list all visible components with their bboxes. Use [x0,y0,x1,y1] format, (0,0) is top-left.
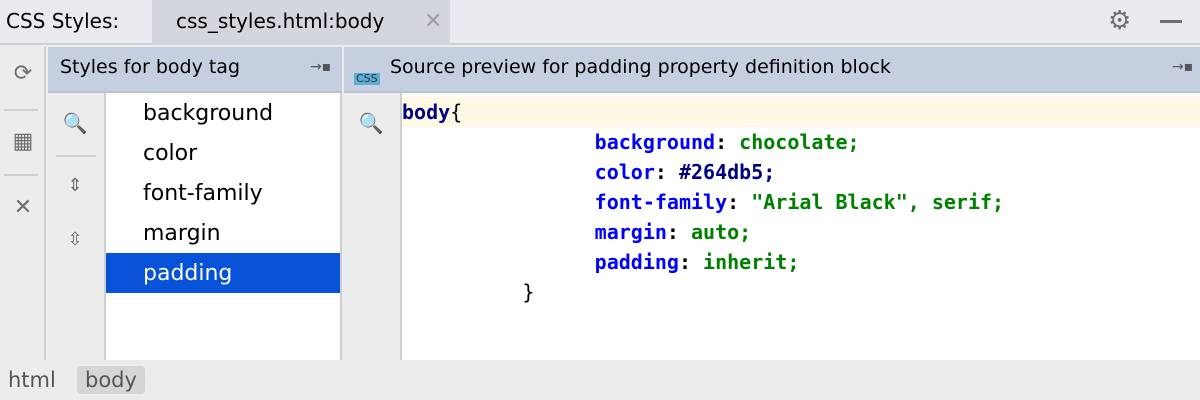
layout-icon[interactable]: ▦ [6,129,40,154]
find-usages-icon[interactable]: 🔍 [354,111,388,135]
pin-icon[interactable]: →▪ [1172,59,1193,75]
tool-window-header: CSS Styles: css_styles.html:body ✕ ⚙ [0,0,1200,45]
divider [4,174,38,176]
value: "Arial Black", serif; [751,190,1005,214]
list-item[interactable]: color [106,133,340,173]
tool-window-title: CSS Styles: [6,9,120,33]
property: padding [594,250,679,274]
divider [56,155,96,157]
breadcrumb: html body [0,360,1200,400]
source-preview-title: Source preview for padding property defi… [390,56,891,78]
gear-icon[interactable]: ⚙ [1108,6,1131,36]
collapse-all-icon[interactable]: ⇳ [58,229,92,250]
source-preview-header: CSS Source preview for padding property … [344,47,1200,93]
styles-panel-header: Styles for body tag →▪ [48,47,342,93]
property-list: background color font-family margin padd… [106,93,342,360]
breadcrumb-html[interactable]: html [0,366,64,394]
list-item[interactable]: background [106,93,340,133]
selector: body [402,100,451,124]
property: color [594,160,655,184]
list-item[interactable]: font-family [106,173,340,213]
property: margin [594,220,667,244]
styles-panel-title: Styles for body tag [60,56,241,78]
brace: } [522,280,535,304]
brace: { [450,100,463,124]
value: auto; [691,220,752,244]
pin-icon[interactable]: →▪ [310,59,331,75]
breadcrumb-body[interactable]: body [77,366,145,394]
css-file-icon: CSS [354,72,380,85]
property: background [594,130,716,154]
refresh-icon[interactable]: ⟳ [6,61,40,86]
divider [4,109,38,111]
value: #264db5; [678,160,776,184]
find-usages-icon[interactable]: 🔍 [58,111,92,135]
list-item-selected[interactable]: padding [106,253,340,293]
value: chocolate; [739,130,860,154]
source-preview: body{ background: chocolate; color: #264… [402,93,1200,360]
close-icon[interactable]: ✕ [424,9,442,34]
close-icon[interactable]: ✕ [6,195,40,220]
tab-label: css_styles.html:body [176,9,385,33]
preview-gutter: 🔍 [344,93,402,360]
styles-gutter: 🔍 ⇕ ⇳ [48,93,106,360]
tab-css-styles-body[interactable]: css_styles.html:body ✕ [152,0,450,45]
property: font-family [594,190,728,214]
value: inherit; [703,250,800,274]
expand-all-icon[interactable]: ⇕ [58,175,92,196]
left-toolbar: ⟳ ▦ ✕ [0,47,46,360]
minimize-icon[interactable] [1160,20,1182,23]
list-item[interactable]: margin [106,213,340,253]
